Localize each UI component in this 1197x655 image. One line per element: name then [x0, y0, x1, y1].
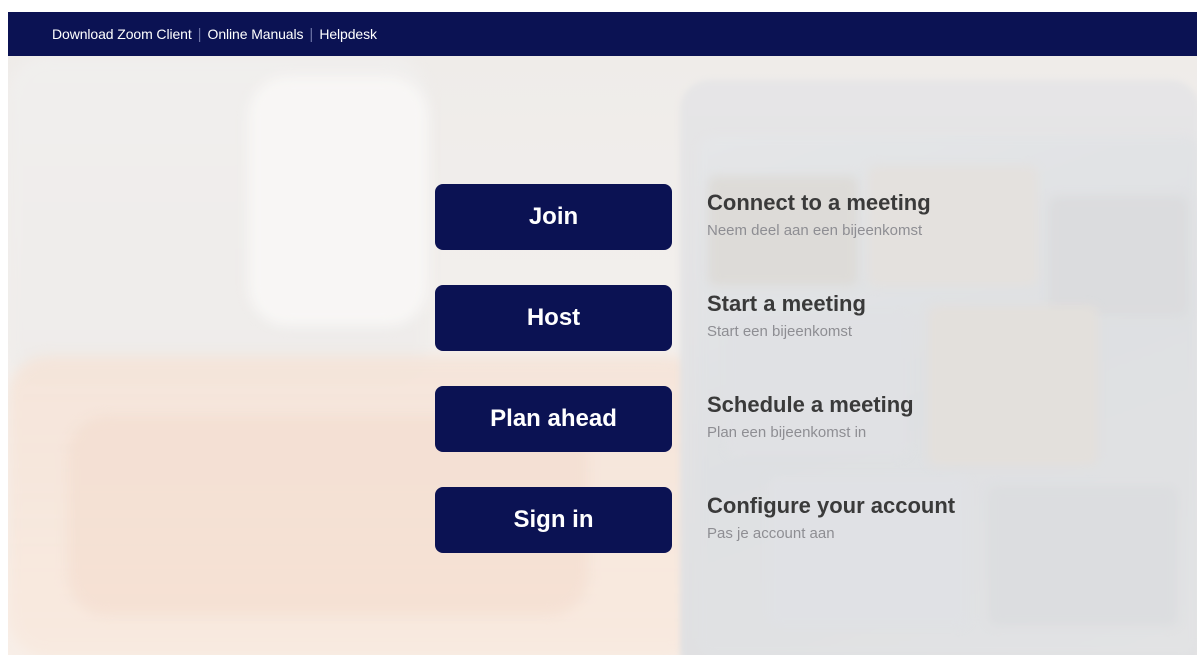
- join-title: Connect to a meeting: [707, 190, 931, 215]
- plan-ahead-subtitle: Plan een bijeenkomst in: [707, 424, 867, 441]
- nav-separator: |: [309, 25, 314, 43]
- action-row-join: Join Connect to a meeting Neem deel aan …: [435, 184, 955, 250]
- host-title: Start a meeting: [707, 291, 866, 316]
- plan-ahead-title: Schedule a meeting: [707, 392, 914, 417]
- host-subtitle: Start een bijeenkomst: [707, 323, 853, 340]
- sign-in-button[interactable]: Sign in: [435, 487, 672, 553]
- join-button[interactable]: Join: [435, 184, 672, 250]
- helpdesk-link[interactable]: Helpdesk: [319, 26, 377, 42]
- online-manuals-link[interactable]: Online Manuals: [208, 26, 304, 42]
- page: Download Zoom Client | Online Manuals | …: [0, 0, 1197, 655]
- top-nav-bar: Download Zoom Client | Online Manuals | …: [8, 12, 1197, 56]
- action-list: Join Connect to a meeting Neem deel aan …: [435, 184, 955, 588]
- join-description: Connect to a meeting Neem deel aan een b…: [707, 184, 931, 240]
- sign-in-description: Configure your account Pas je account aa…: [707, 487, 955, 543]
- action-row-sign-in: Sign in Configure your account Pas je ac…: [435, 487, 955, 553]
- plan-ahead-description: Schedule a meeting Plan een bijeenkomst …: [707, 386, 914, 442]
- download-zoom-client-link[interactable]: Download Zoom Client: [52, 26, 192, 42]
- action-row-host: Host Start a meeting Start een bijeenkom…: [435, 285, 955, 351]
- sign-in-subtitle: Pas je account aan: [707, 525, 835, 542]
- sign-in-title: Configure your account: [707, 493, 956, 518]
- action-row-plan-ahead: Plan ahead Schedule a meeting Plan een b…: [435, 386, 955, 452]
- nav-separator: |: [197, 25, 202, 43]
- host-button[interactable]: Host: [435, 285, 672, 351]
- join-subtitle: Neem deel aan een bijeenkomst: [707, 222, 923, 239]
- host-description: Start a meeting Start een bijeenkomst: [707, 285, 866, 341]
- plan-ahead-button[interactable]: Plan ahead: [435, 386, 672, 452]
